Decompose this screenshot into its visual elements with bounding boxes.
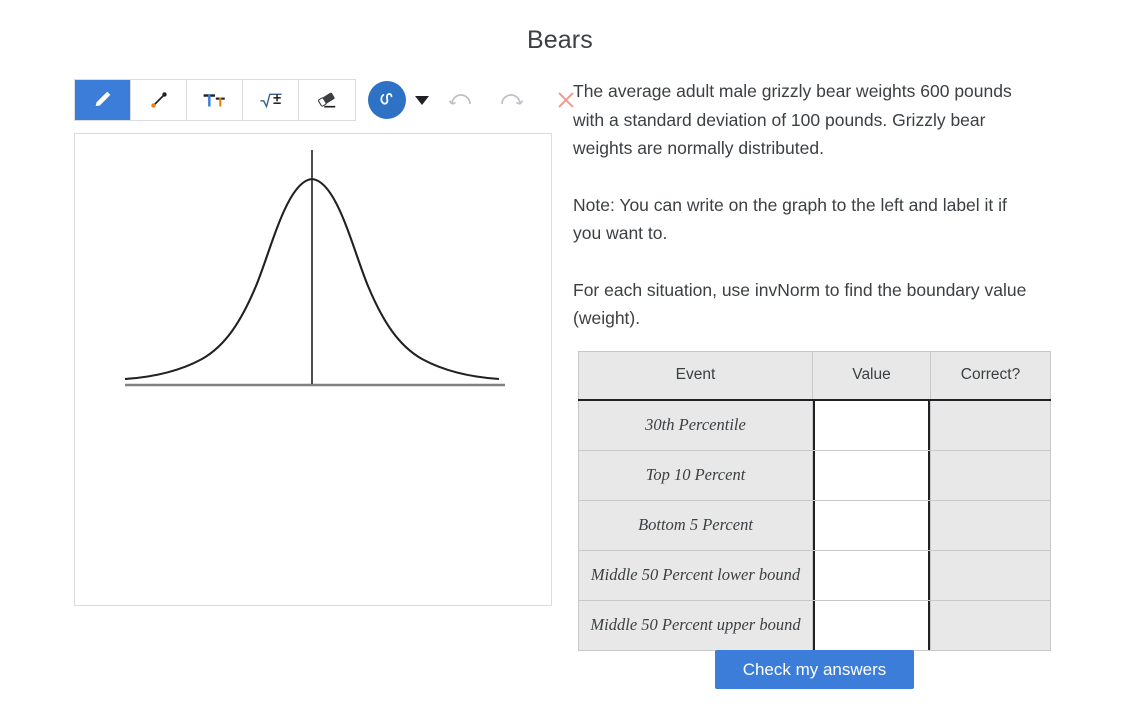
table-row: Middle 50 Percent upper bound	[578, 599, 1051, 651]
text-tool[interactable]	[187, 80, 243, 120]
pencil-icon	[95, 91, 110, 106]
value-input-bottom-5-percent[interactable]	[813, 500, 930, 550]
value-cell[interactable]	[812, 499, 931, 551]
line-tool[interactable]	[131, 80, 187, 120]
event-label: Middle 50 Percent upper bound	[578, 599, 813, 651]
text-format-icon	[203, 94, 225, 107]
table-row: Bottom 5 Percent	[578, 499, 1051, 551]
drawing-toolbar	[74, 78, 583, 122]
value-cell[interactable]	[812, 399, 931, 451]
stroke-style-dropdown[interactable]	[415, 95, 429, 105]
event-label: Top 10 Percent	[578, 449, 813, 501]
answers-table: Event Value Correct? 30th Percentile Top…	[578, 351, 1051, 651]
prompt-paragraph-2: Note: You can write on the graph to the …	[573, 194, 1007, 244]
redo-arc-icon	[501, 94, 524, 105]
table-header-row: Event Value Correct?	[578, 351, 1051, 401]
table-row: Top 10 Percent	[578, 449, 1051, 501]
line-segment-icon	[150, 92, 167, 108]
table-row: Middle 50 Percent lower bound	[578, 549, 1051, 601]
problem-statement: The average adult male grizzly bear weig…	[573, 77, 1028, 333]
math-tool[interactable]	[243, 80, 299, 120]
column-header-value: Value	[812, 351, 931, 401]
squiggle-icon	[380, 93, 393, 105]
prompt-paragraph-1: The average adult male grizzly bear weig…	[573, 81, 1012, 158]
value-input-middle-50-lower[interactable]	[813, 550, 930, 600]
eraser-tool[interactable]	[299, 80, 355, 120]
stroke-style-button[interactable]	[368, 81, 406, 119]
correct-cell	[930, 399, 1051, 451]
eraser-icon	[318, 92, 336, 108]
tool-group	[74, 79, 356, 121]
undo-button[interactable]	[443, 82, 479, 118]
pencil-tool[interactable]	[75, 80, 131, 120]
problem-pane: Bears The average adult male grizzly bea…	[527, 26, 1127, 689]
event-label: Bottom 5 Percent	[578, 499, 813, 551]
value-cell[interactable]	[812, 549, 931, 601]
undo-arc-icon	[448, 94, 471, 105]
value-input-30th-percentile[interactable]	[813, 400, 930, 450]
value-cell[interactable]	[812, 449, 931, 501]
correct-cell	[930, 449, 1051, 501]
event-label: Middle 50 Percent lower bound	[578, 549, 813, 601]
correct-cell	[930, 499, 1051, 551]
correct-cell	[930, 599, 1051, 651]
redo-button[interactable]	[493, 82, 529, 118]
prompt-paragraph-3: For each situation, use invNorm to find …	[573, 279, 1027, 329]
check-my-answers-button[interactable]: Check my answers	[715, 650, 914, 689]
square-root-plus-minus-icon	[259, 93, 282, 109]
graph-canvas[interactable]	[74, 133, 552, 606]
bell-curve-graph	[124, 150, 505, 387]
page-title: Bears	[527, 26, 593, 54]
column-header-event: Event	[578, 351, 813, 401]
correct-cell	[930, 549, 1051, 601]
value-input-top-10-percent[interactable]	[813, 450, 930, 500]
event-label: 30th Percentile	[578, 399, 813, 451]
column-header-correct: Correct?	[930, 351, 1051, 401]
value-cell[interactable]	[812, 599, 931, 651]
value-input-middle-50-upper[interactable]	[813, 600, 930, 650]
table-row: 30th Percentile	[578, 399, 1051, 451]
